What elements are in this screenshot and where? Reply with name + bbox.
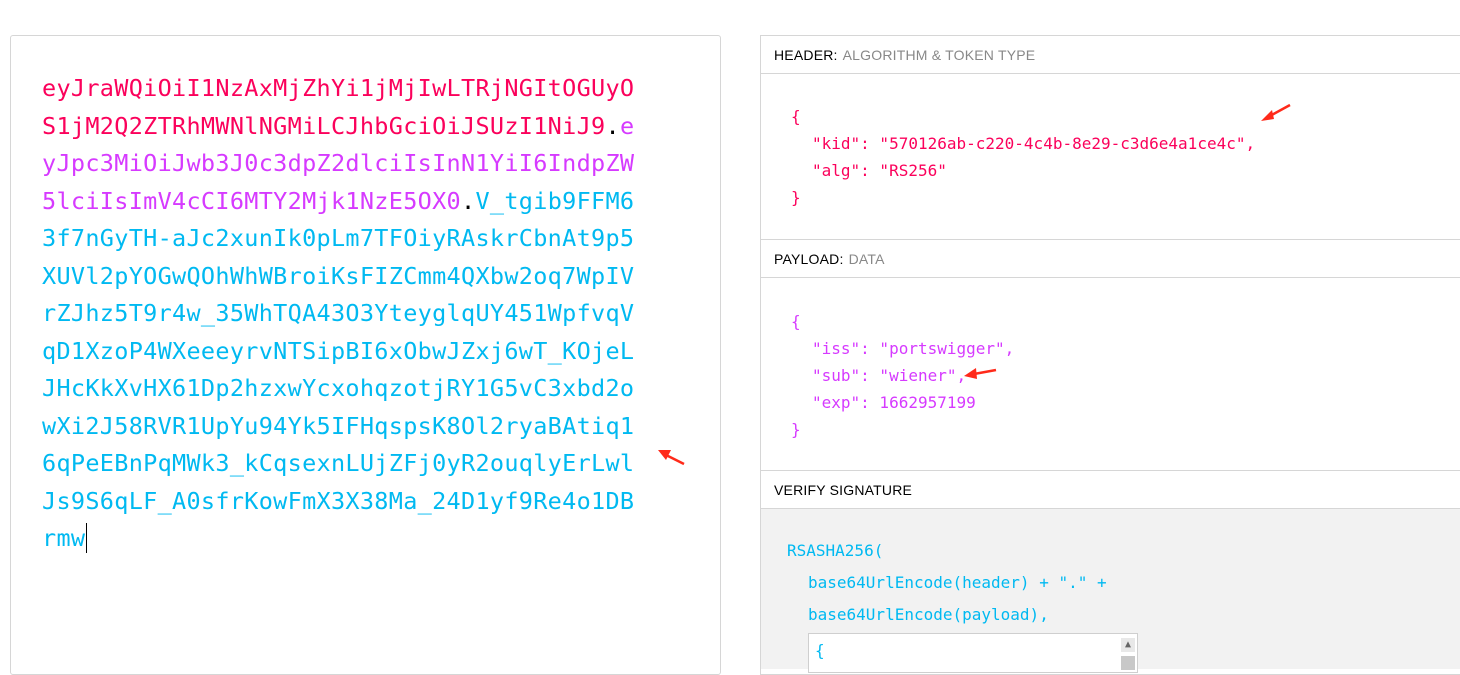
public-key-textarea[interactable]: { ▲ — [808, 633, 1138, 673]
header-close-brace: } — [791, 188, 801, 207]
scrollbar-thumb[interactable] — [1121, 656, 1135, 670]
red-annotation-arrow-kid — [1261, 103, 1291, 121]
public-key-open-brace: { — [815, 641, 825, 660]
payload-iss-line: "iss": "portswigger", — [812, 339, 1015, 358]
text-caret — [86, 523, 88, 553]
token-signature-part: V_tgib9FFM63f7nGyTH-aJc2xunIk0pLm7TFOiyR… — [42, 186, 635, 553]
payload-sub-line: "sub": "wiener", — [812, 366, 967, 385]
payload-subtitle: DATA — [848, 250, 885, 267]
payload-exp-line: "exp": 1662957199 — [812, 393, 976, 412]
scroll-up-arrow-icon[interactable]: ▲ — [1121, 638, 1135, 652]
verify-payload-line: base64UrlEncode(payload), — [808, 605, 1049, 624]
header-open-brace: { — [791, 107, 801, 126]
decoded-panel: HEADER: ALGORITHM & TOKEN TYPE { "kid": … — [760, 35, 1460, 675]
payload-title: PAYLOAD: — [774, 250, 844, 267]
payload-close-brace: } — [791, 420, 801, 439]
token-dot-2: . — [461, 186, 476, 215]
token-header-part: eyJraWQiOiI1NzAxMjZhYi1jMjIwLTRjNGItOGUy… — [42, 74, 635, 140]
encoded-token-textarea[interactable]: eyJraWQiOiI1NzAxMjZhYi1jMjIwLTRjNGItOGUy… — [42, 70, 642, 558]
header-subtitle: ALGORITHM & TOKEN TYPE — [842, 46, 1036, 63]
red-annotation-arrow-token — [658, 450, 685, 466]
token-dot-1: . — [605, 111, 620, 140]
payload-open-brace: { — [791, 312, 801, 331]
verify-section-title: VERIFY SIGNATURE — [761, 471, 1460, 509]
red-annotation-arrow-sub — [964, 368, 997, 379]
verify-fn-line: RSASHA256( — [787, 541, 884, 560]
verify-signature-body: RSASHA256( base64UrlEncode(header) + "."… — [761, 509, 1460, 673]
encoded-panel: eyJraWQiOiI1NzAxMjZhYi1jMjIwLTRjNGItOGUy… — [10, 35, 721, 675]
header-alg-line: "alg": "RS256" — [812, 161, 947, 180]
payload-json-editor[interactable]: { "iss": "portswigger", "sub": "wiener",… — [761, 278, 1460, 471]
verify-header-line: base64UrlEncode(header) + "." + — [808, 573, 1107, 592]
header-title: HEADER: — [774, 46, 838, 63]
header-json-editor[interactable]: { "kid": "570126ab-c220-4c4b-8e29-c3d6e4… — [761, 74, 1460, 240]
header-kid-line: "kid": "570126ab-c220-4c4b-8e29-c3d6e4a1… — [812, 134, 1256, 153]
header-section-title: HEADER: ALGORITHM & TOKEN TYPE — [761, 36, 1460, 74]
payload-section-title: PAYLOAD: DATA — [761, 240, 1460, 278]
verify-title: VERIFY SIGNATURE — [774, 481, 913, 498]
